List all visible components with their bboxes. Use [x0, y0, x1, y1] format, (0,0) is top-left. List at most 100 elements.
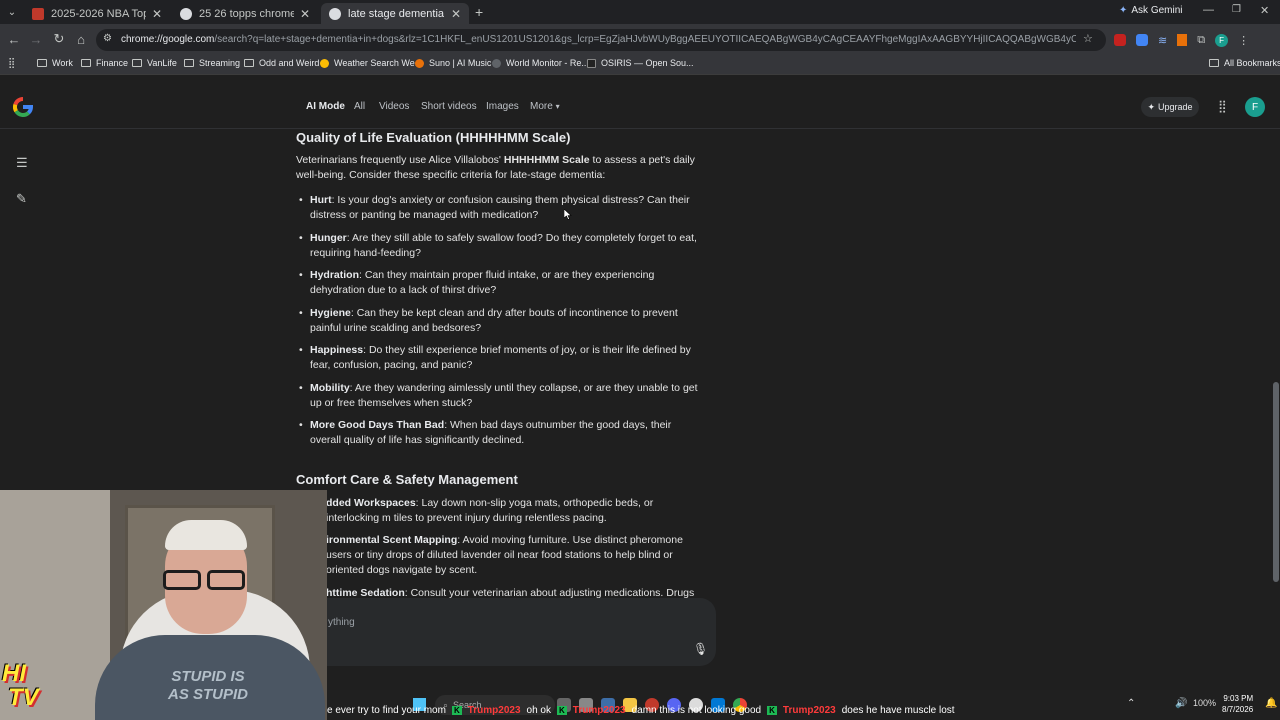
clock[interactable]: 9:03 PM 8/7/2026 — [1222, 693, 1253, 715]
ask-anything-input[interactable]: ything 🎙 — [306, 598, 716, 666]
dropdown-icon: ▾ — [555, 102, 560, 111]
tab-2[interactable]: 25 26 topps chrome update #1 ✕ — [172, 3, 318, 24]
close-window-icon[interactable]: ✕ — [1260, 4, 1269, 17]
ticker-user: Trump2023 — [782, 704, 836, 716]
tab-title: 25 26 topps chrome update #1 — [199, 7, 294, 20]
folder-icon — [1209, 59, 1219, 67]
kick-badge-icon: K — [451, 705, 462, 715]
google-logo-icon[interactable] — [12, 96, 34, 118]
restore-icon[interactable]: ❐ — [1232, 4, 1241, 15]
reload-icon[interactable]: ↻ — [51, 31, 67, 47]
account-avatar[interactable]: F — [1245, 97, 1265, 117]
bullet-term: Happiness — [310, 344, 364, 356]
shirt-line: AS STUPID — [167, 686, 248, 703]
close-icon[interactable]: ✕ — [300, 7, 310, 21]
list-item: More Good Days Than Bad: When bad days o… — [299, 418, 705, 448]
bullet-text: : Can they be kept clean and dry after b… — [310, 307, 678, 334]
bookmark-streaming[interactable]: Streaming — [184, 58, 240, 68]
bookmark-star-icon[interactable]: ☆ — [1083, 32, 1093, 45]
tab-1[interactable]: 2025-2026 NBA Topps Chrome ✕ — [24, 3, 170, 24]
profile-avatar[interactable]: F — [1215, 33, 1229, 47]
globe-icon — [492, 58, 501, 68]
apps-grid-icon[interactable]: ⣿ — [8, 58, 15, 69]
bullet-term: Hygiene — [310, 307, 351, 319]
extension-icon[interactable] — [1114, 34, 1126, 46]
ask-gemini-button[interactable]: ✦ Ask Gemini — [1119, 5, 1183, 16]
bookmark-label: VanLife — [147, 58, 177, 68]
bookmark-work[interactable]: Work — [37, 58, 73, 68]
scrollbar[interactable] — [1272, 130, 1280, 690]
list-item: Hurt: Is your dog's anxiety or confusion… — [299, 193, 705, 223]
tab-ai-mode[interactable]: AI Mode — [306, 101, 345, 112]
bookmark-odd-weird[interactable]: Odd and Weird — [244, 58, 319, 68]
microphone-icon[interactable]: 🎙 — [693, 642, 708, 656]
hair — [165, 520, 247, 550]
apps-grid-icon[interactable]: ⣿ — [1218, 99, 1227, 113]
tab-all[interactable]: All — [354, 101, 365, 112]
shirt-line: STUPID IS — [171, 668, 245, 685]
weather-icon — [320, 58, 329, 68]
translate-extension-icon[interactable] — [1136, 34, 1148, 46]
list-item: dded Workspaces: Lay down non-slip yoga … — [315, 496, 706, 526]
bullet-term: Mobility — [310, 382, 350, 394]
new-tab-button[interactable]: + — [475, 4, 483, 20]
home-icon[interactable]: ⌂ — [73, 31, 89, 47]
bullet-term: ironmental Scent Mapping — [326, 534, 458, 546]
chat-ticker: e ever try to find your mom K Trump2023 … — [327, 703, 1107, 717]
list-item: Happiness: Do they still experience brie… — [299, 343, 705, 373]
bookmark-label: All Bookmarks — [1224, 58, 1280, 68]
back-icon[interactable]: ← — [6, 31, 22, 47]
tab-images[interactable]: Images — [486, 101, 519, 112]
globe-icon — [329, 7, 341, 20]
globe-icon — [180, 7, 192, 20]
bookmark-world-monitor[interactable]: World Monitor - Re... — [492, 58, 589, 68]
list-item: Hygiene: Can they be kept clean and dry … — [299, 306, 705, 336]
extensions-area: ≋ ⧉ F ⋮ — [1114, 32, 1264, 48]
tab-videos[interactable]: Videos — [379, 101, 409, 112]
bullet-term: Hydration — [310, 269, 360, 281]
intro-bold: HHHHHMM Scale — [503, 154, 590, 166]
bullet-text: : Can they maintain proper fluid intake,… — [310, 269, 655, 296]
menu-dots-icon[interactable]: ⋮ — [1238, 34, 1249, 47]
close-icon[interactable]: ✕ — [451, 7, 461, 21]
history-list-icon[interactable]: ☰ — [16, 155, 28, 171]
logo-tv: TV — [8, 684, 39, 711]
bookmark-label: Streaming — [199, 58, 241, 68]
tab-3[interactable]: late stage dementia in dogs ✕ — [321, 3, 469, 24]
clock-date: 8/7/2026 — [1222, 705, 1254, 714]
tab-more[interactable]: More ▾ — [530, 101, 560, 112]
bookmark-vanlife[interactable]: VanLife — [132, 58, 177, 68]
tray-chevron-icon[interactable]: ⌃ — [1127, 698, 1135, 709]
upgrade-button[interactable]: ✦ Upgrade — [1141, 97, 1199, 117]
list-item: Mobility: Are they wandering aimlessly u… — [299, 381, 705, 411]
forward-icon[interactable]: → — [28, 31, 44, 47]
puzzle-icon[interactable]: ⧉ — [1197, 34, 1205, 47]
tab-search-icon[interactable]: ⌄ — [4, 4, 20, 20]
list-item: ironmental Scent Mapping: Avoid moving f… — [315, 533, 706, 578]
osiris-icon — [587, 58, 596, 68]
wifi-extension-icon[interactable]: ≋ — [1158, 34, 1167, 47]
new-chat-edit-icon[interactable]: ✎ — [16, 191, 27, 207]
scrollbar-thumb[interactable] — [1273, 382, 1279, 582]
tab-title: 2025-2026 NBA Topps Chrome — [51, 7, 146, 20]
folder-icon — [184, 59, 194, 67]
all-bookmarks[interactable]: All Bookmarks — [1209, 58, 1280, 68]
bookmark-finance[interactable]: Finance — [81, 58, 128, 68]
bookmark-label: Finance — [96, 58, 129, 68]
intro-text: Veterinarians frequently use Alice Villa… — [296, 154, 504, 166]
close-icon[interactable]: ✕ — [152, 7, 162, 21]
bookmark-suno[interactable]: Suno | AI Music — [415, 58, 491, 68]
tab-short-videos[interactable]: Short videos — [421, 101, 477, 112]
minimize-icon[interactable]: — — [1203, 4, 1214, 16]
url-rest: /search?q=late+stage+dementia+in+dogs&rl… — [214, 34, 1076, 45]
extension-icon[interactable] — [1177, 34, 1188, 46]
ticker-user: Trump2023 — [572, 704, 626, 716]
bookmark-weather[interactable]: Weather Search We... — [320, 58, 422, 68]
notification-bell-icon[interactable]: 🔔 — [1265, 698, 1277, 709]
url-text[interactable]: chrome://google.com/search?q=late+stage+… — [121, 34, 1076, 45]
site-info-icon[interactable]: ⚙ — [103, 33, 112, 44]
folder-icon — [244, 59, 254, 67]
bookmark-osiris[interactable]: OSIRIS — Open Sou... — [587, 58, 694, 68]
bullet-text: : Is your dog's anxiety or confusion cau… — [310, 194, 690, 221]
volume-icon[interactable]: 🔊 — [1175, 698, 1187, 709]
